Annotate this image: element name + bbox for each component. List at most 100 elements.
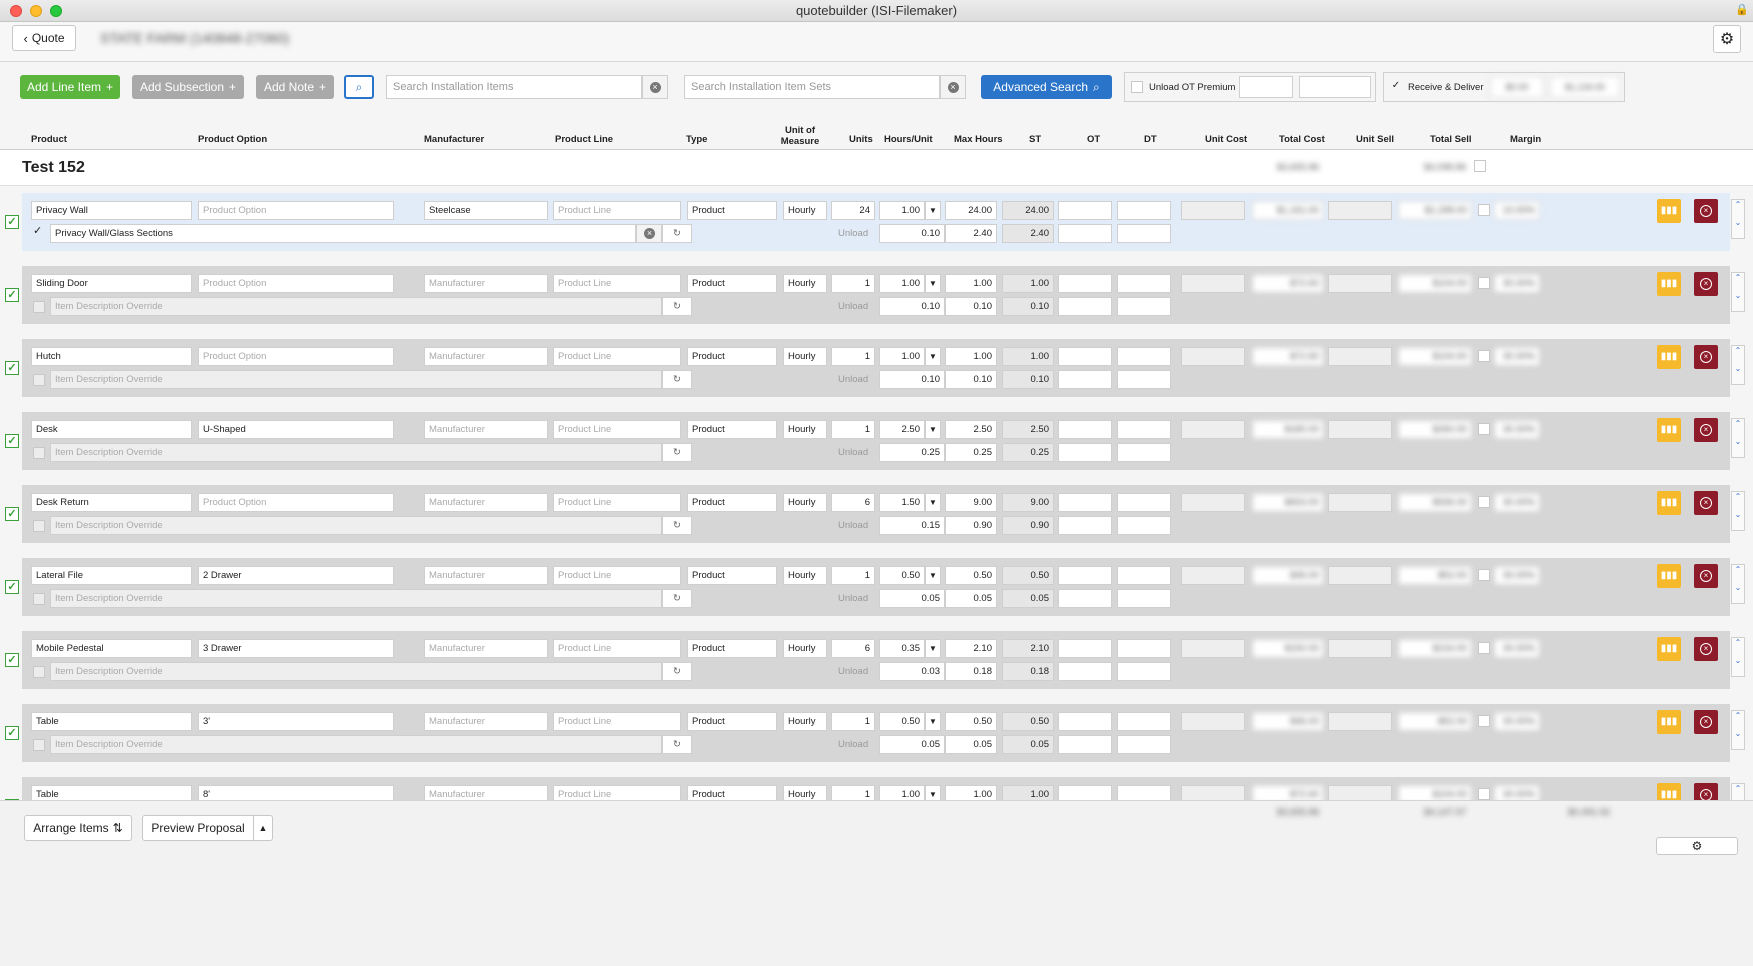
- ot-field[interactable]: [1058, 420, 1112, 439]
- type-field[interactable]: Product: [687, 201, 777, 220]
- delete-row-button[interactable]: ×: [1694, 564, 1718, 588]
- unload-hours-field[interactable]: 0.10: [879, 224, 945, 243]
- st-field[interactable]: 24.00: [1002, 201, 1054, 220]
- bar-chart-icon[interactable]: ▮▮▮: [1657, 272, 1681, 296]
- manufacturer-field[interactable]: Manufacturer: [424, 785, 548, 800]
- ot-field[interactable]: [1058, 493, 1112, 512]
- clear-desc-button[interactable]: ×: [636, 224, 662, 243]
- unit-cost-field[interactable]: [1181, 420, 1245, 439]
- unit-sell-field[interactable]: [1328, 420, 1392, 439]
- unload-max-field[interactable]: 0.10: [945, 370, 997, 389]
- units-field[interactable]: 1: [831, 712, 875, 731]
- unit-sell-field[interactable]: [1328, 347, 1392, 366]
- item-description-override-field[interactable]: Item Description Override: [50, 589, 662, 608]
- total-sell-field[interactable]: $104.00: [1398, 785, 1472, 800]
- delete-row-button[interactable]: ×: [1694, 199, 1718, 223]
- manufacturer-field[interactable]: Manufacturer: [424, 347, 548, 366]
- dt-field[interactable]: [1117, 201, 1171, 220]
- total-cost-field[interactable]: $72.60: [1252, 785, 1324, 800]
- dt-field[interactable]: [1117, 274, 1171, 293]
- unload-dt-field[interactable]: [1117, 589, 1171, 608]
- hours-unit-field[interactable]: 1.50: [879, 493, 925, 512]
- caret-up-icon[interactable]: ▲: [253, 815, 273, 841]
- max-hours-field[interactable]: 0.50: [945, 566, 997, 585]
- bar-chart-icon[interactable]: ▮▮▮: [1657, 199, 1681, 223]
- unload-dt-field[interactable]: [1117, 443, 1171, 462]
- uom-field[interactable]: Hourly: [783, 347, 827, 366]
- reorder-arrows-icon[interactable]: ⌃⌄: [1731, 710, 1745, 750]
- margin-field[interactable]: 30.00%: [1494, 493, 1540, 512]
- hours-unit-field[interactable]: 0.50: [879, 712, 925, 731]
- hours-unit-field[interactable]: 1.00: [879, 274, 925, 293]
- unload-hours-field[interactable]: 0.03: [879, 662, 945, 681]
- unit-sell-field[interactable]: [1328, 712, 1392, 731]
- type-field[interactable]: Product: [687, 493, 777, 512]
- unload-dt-field[interactable]: [1117, 662, 1171, 681]
- unload-hours-field[interactable]: 0.25: [879, 443, 945, 462]
- desc-override-checkbox[interactable]: [33, 520, 45, 532]
- st-field[interactable]: 9.00: [1002, 493, 1054, 512]
- unload-hours-field[interactable]: 0.05: [879, 735, 945, 754]
- unload-st-field[interactable]: 0.25: [1002, 443, 1054, 462]
- unit-cost-field[interactable]: [1181, 639, 1245, 658]
- uom-field[interactable]: Hourly: [783, 785, 827, 800]
- total-sell-field[interactable]: $216.00: [1398, 639, 1472, 658]
- refresh-icon[interactable]: ↻: [662, 443, 692, 462]
- max-hours-field[interactable]: 1.00: [945, 785, 997, 800]
- unload-dt-field[interactable]: [1117, 370, 1171, 389]
- unload-st-field[interactable]: 0.05: [1002, 735, 1054, 754]
- item-description-override-field[interactable]: Item Description Override: [50, 662, 662, 681]
- ot-field[interactable]: [1058, 639, 1112, 658]
- margin-field[interactable]: 30.00%: [1494, 639, 1540, 658]
- unit-sell-field[interactable]: [1328, 201, 1392, 220]
- reorder-arrows-icon[interactable]: ⌃⌄: [1731, 564, 1745, 604]
- desc-override-checkbox[interactable]: [33, 739, 45, 751]
- type-field[interactable]: Product: [687, 347, 777, 366]
- delete-row-button[interactable]: ×: [1694, 637, 1718, 661]
- unload-ot-field[interactable]: [1058, 224, 1112, 243]
- total-sell-field[interactable]: $260.00: [1398, 420, 1472, 439]
- unit-sell-field[interactable]: [1328, 639, 1392, 658]
- unload-dt-field[interactable]: [1117, 224, 1171, 243]
- type-field[interactable]: Product: [687, 420, 777, 439]
- bar-chart-icon[interactable]: ▮▮▮: [1657, 418, 1681, 442]
- product-field[interactable]: Sliding Door: [31, 274, 192, 293]
- refresh-icon[interactable]: ↻: [662, 662, 692, 681]
- max-hours-field[interactable]: 1.00: [945, 347, 997, 366]
- unload-hours-field[interactable]: 0.05: [879, 589, 945, 608]
- row-select-checkbox[interactable]: ✓: [5, 434, 19, 448]
- units-field[interactable]: 1: [831, 347, 875, 366]
- unit-sell-field[interactable]: [1328, 566, 1392, 585]
- margin-field[interactable]: 30.00%: [1494, 420, 1540, 439]
- desc-override-checkbox[interactable]: [33, 593, 45, 605]
- total-cost-field[interactable]: $36.00: [1252, 712, 1324, 731]
- delete-row-button[interactable]: ×: [1694, 345, 1718, 369]
- bar-chart-icon[interactable]: ▮▮▮: [1657, 345, 1681, 369]
- st-field[interactable]: 2.50: [1002, 420, 1054, 439]
- unload-max-field[interactable]: 0.05: [945, 735, 997, 754]
- hours-unit-field[interactable]: 1.00: [879, 785, 925, 800]
- unit-cost-field[interactable]: [1181, 785, 1245, 800]
- unit-cost-field[interactable]: [1181, 274, 1245, 293]
- unload-hours-field[interactable]: 0.10: [879, 297, 945, 316]
- manufacturer-field[interactable]: Manufacturer: [424, 712, 548, 731]
- bar-chart-icon[interactable]: ▮▮▮: [1657, 564, 1681, 588]
- product-line-field[interactable]: Product Line: [553, 493, 681, 512]
- unload-max-field[interactable]: 0.05: [945, 589, 997, 608]
- total-cost-field[interactable]: $653.00: [1252, 493, 1324, 512]
- unload-hours-field[interactable]: 0.10: [879, 370, 945, 389]
- product-field[interactable]: Table: [31, 785, 192, 800]
- manufacturer-field[interactable]: Manufacturer: [424, 420, 548, 439]
- ot-field[interactable]: [1058, 712, 1112, 731]
- bar-chart-icon[interactable]: ▮▮▮: [1657, 783, 1681, 800]
- product-line-field[interactable]: Product Line: [553, 712, 681, 731]
- unit-cost-field[interactable]: [1181, 201, 1245, 220]
- chevron-down-icon[interactable]: ▼: [925, 712, 941, 731]
- max-hours-field[interactable]: 24.00: [945, 201, 997, 220]
- manufacturer-field[interactable]: Manufacturer: [424, 639, 548, 658]
- unload-dt-field[interactable]: [1117, 735, 1171, 754]
- reorder-arrows-icon[interactable]: ⌃⌄: [1731, 637, 1745, 677]
- st-field[interactable]: 0.50: [1002, 566, 1054, 585]
- unit-cost-field[interactable]: [1181, 493, 1245, 512]
- total-sell-field[interactable]: $52.00: [1398, 712, 1472, 731]
